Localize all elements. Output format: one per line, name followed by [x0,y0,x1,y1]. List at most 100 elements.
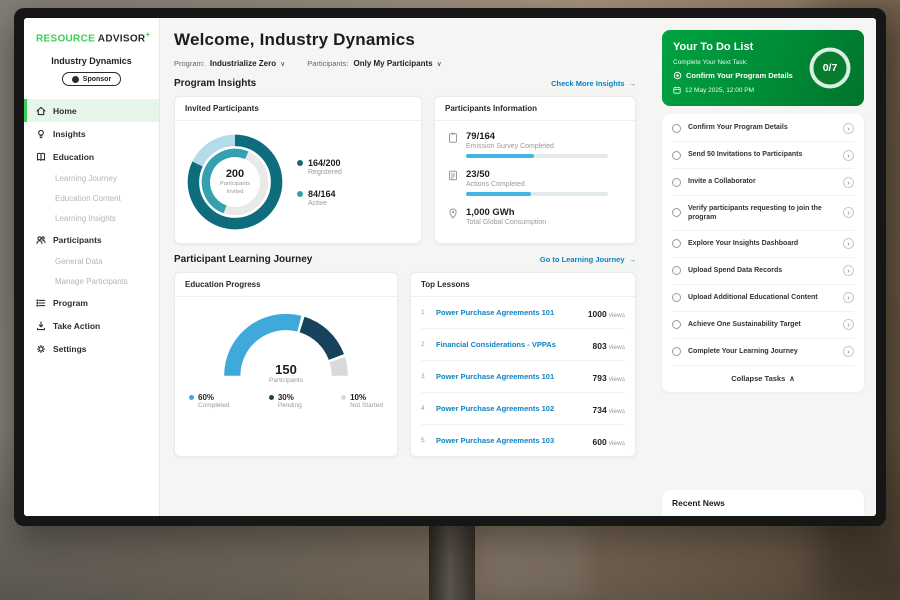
chevron-up-icon: ∧ [789,374,795,383]
card-title: Top Lessons [411,273,635,297]
task-label: Verify participants requesting to join t… [688,204,836,223]
sidebar-item-learning-insights[interactable]: Learning Insights [24,208,159,228]
task-row[interactable]: Upload Spend Data Records › [672,258,854,285]
sidebar-item-label: Learning Journey [55,174,117,183]
legend-label: Not Started [350,402,383,409]
sidebar-item-settings[interactable]: Settings [24,337,159,360]
sidebar-item-education[interactable]: Education [24,145,159,168]
sidebar-item-label: Take Action [53,321,100,331]
task-row[interactable]: Achieve One Sustainability Target › [672,312,854,339]
chevron-right-icon[interactable]: › [843,319,854,330]
donut-legend: 164/200 Registered 84/164 Active [297,158,342,207]
chevron-right-icon[interactable]: › [843,207,854,218]
go-to-learning-journey-link[interactable]: Go to Learning Journey → [540,255,636,264]
education-progress-card: Education Progress 150 Participants [174,272,398,457]
program-dropdown[interactable]: Industrialize Zero ∨ [210,59,285,68]
chevron-right-icon[interactable]: › [843,346,854,357]
chevron-right-icon[interactable]: › [843,177,854,188]
recent-news-header: Recent News [662,490,864,516]
task-row[interactable]: Invite a Collaborator › [672,169,854,196]
sidebar-item-label: Learning Insights [55,214,116,223]
chevron-right-icon[interactable]: › [843,150,854,161]
lesson-link[interactable]: Financial Considerations - VPPAs [436,340,586,349]
sidebar-item-learning-journey[interactable]: Learning Journey [24,168,159,188]
sidebar-item-education-content[interactable]: Education Content [24,188,159,208]
section-title: Program Insights [174,78,256,89]
task-row[interactable]: Verify participants requesting to join t… [672,196,854,231]
monitor-bezel: RESOURCE ADVISOR+ Industry Dynamics Spon… [14,8,886,526]
chevron-right-icon[interactable]: › [843,292,854,303]
gauge-center-label: Participants [211,377,361,384]
task-label: Achieve One Sustainability Target [688,320,836,329]
task-row[interactable]: Explore Your Insights Dashboard › [672,231,854,258]
task-row[interactable]: Upload Additional Educational Content › [672,285,854,312]
sidebar: RESOURCE ADVISOR+ Industry Dynamics Spon… [24,18,160,516]
program-insights-section-header: Program Insights Check More Insights → [174,78,636,89]
sidebar-item-label: Home [53,106,77,116]
sidebar-nav: Home Insights Education Learning Journey [24,99,159,360]
checkbox-icon[interactable] [672,178,681,187]
lesson-views-suffix: views [609,408,625,415]
sidebar-item-manage-participants[interactable]: Manage Participants [24,271,159,291]
lesson-link[interactable]: Power Purchase Agreements 101 [436,308,581,317]
task-label: Explore Your Insights Dashboard [688,239,836,248]
sponsor-badge[interactable]: Sponsor [62,72,121,86]
sponsor-label: Sponsor [83,76,111,83]
checkbox-icon[interactable] [672,208,681,217]
page-title: Welcome, Industry Dynamics [174,30,636,50]
lesson-row: 2 Financial Considerations - VPPAs 803vi… [421,329,625,361]
program-dropdown-value: Industrialize Zero [210,59,276,68]
info-label: Emission Survey Completed [466,143,608,150]
task-row[interactable]: Confirm Your Program Details › [672,115,854,142]
info-value: 23/50 [466,169,608,180]
filter-bar: Program: Industrialize Zero ∨ Participan… [174,59,636,68]
lesson-rank: 1 [421,309,429,316]
logo-text-secondary: ADVISOR [98,33,146,44]
sidebar-item-label: Insights [53,129,86,139]
lesson-rank: 5 [421,437,429,444]
chevron-right-icon[interactable]: › [843,265,854,276]
chevron-down-icon: ∨ [280,60,285,68]
sidebar-item-home[interactable]: Home [24,99,159,122]
checkbox-icon[interactable] [672,266,681,275]
collapse-tasks-button[interactable]: Collapse Tasks ∧ [672,366,854,391]
todo-next-task: Confirm Your Program Details [673,71,813,80]
lesson-views: 1000 [588,309,607,319]
lesson-views-suffix: views [609,312,625,319]
participants-dropdown[interactable]: Only My Participants ∨ [353,59,441,68]
progress-bar-fill [466,154,534,158]
sidebar-item-take-action[interactable]: Take Action [24,314,159,337]
lesson-link[interactable]: Power Purchase Agreements 101 [436,372,586,381]
info-value: 1,000 GWh [466,207,546,218]
sidebar-item-insights[interactable]: Insights [24,122,159,145]
checkbox-icon[interactable] [672,347,681,356]
arrow-right-icon: → [629,79,637,88]
sidebar-item-program[interactable]: Program [24,291,159,314]
progress-bar [466,192,608,196]
gauge-center-value: 150 [211,362,361,377]
sidebar-item-general-data[interactable]: General Data [24,251,159,271]
checkbox-icon[interactable] [672,124,681,133]
bulb-icon [36,129,46,139]
gauge-legend: 60% Completed 30% Pending [175,387,397,409]
checkbox-icon[interactable] [672,320,681,329]
chevron-right-icon[interactable]: › [843,123,854,134]
checkbox-icon[interactable] [672,239,681,248]
top-lessons-card: Top Lessons 1 Power Purchase Agreements … [410,272,636,457]
lesson-rank: 2 [421,341,429,348]
check-more-insights-link[interactable]: Check More Insights → [551,79,636,88]
progress-bar-fill [466,192,531,196]
checklist-icon [447,169,458,196]
todo-next-task-label: Confirm Your Program Details [686,71,793,80]
checkbox-icon[interactable] [672,293,681,302]
todo-summary-card: Your To Do List Complete Your Next Task:… [662,30,864,106]
sidebar-item-participants[interactable]: Participants [24,228,159,251]
chevron-right-icon[interactable]: › [843,238,854,249]
task-row[interactable]: Complete Your Learning Journey › [672,339,854,366]
task-row[interactable]: Send 50 Invitations to Participants › [672,142,854,169]
checkbox-icon[interactable] [672,151,681,160]
todo-progress-value: 0/7 [806,44,854,92]
lesson-link[interactable]: Power Purchase Agreements 102 [436,404,586,413]
lesson-rank: 4 [421,405,429,412]
lesson-link[interactable]: Power Purchase Agreements 103 [436,436,586,445]
